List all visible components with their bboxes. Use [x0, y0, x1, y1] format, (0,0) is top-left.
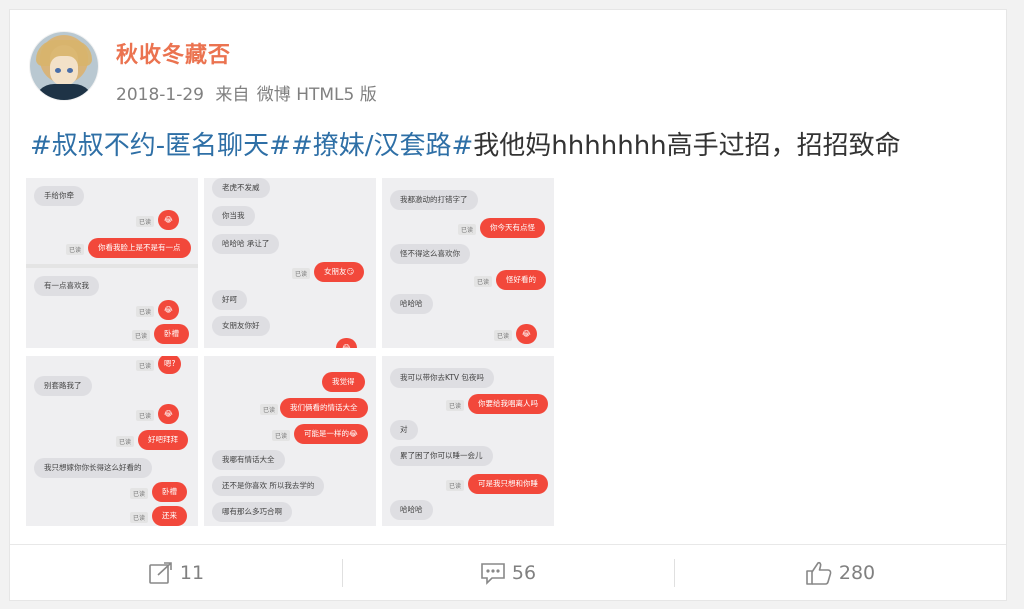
like-count: 280 [838, 562, 876, 584]
post-source[interactable]: 微博 HTML5 版 [257, 85, 377, 105]
read-mark: 已读 [272, 430, 291, 441]
hashtag-link[interactable]: #叔叔不约-匿名聊天# [30, 131, 291, 161]
chat-bubble: 我可以带你去KTV 包夜吗 [390, 368, 494, 388]
thumbs-up-icon [805, 560, 833, 586]
comment-icon [480, 561, 506, 585]
chat-bubble: 对 [390, 420, 418, 440]
chat-bubble: 哪有那么多巧合啊 [212, 502, 292, 522]
avatar[interactable] [30, 32, 98, 100]
chat-bubble: 有一点喜欢我 [34, 276, 99, 296]
read-mark: 已读 [66, 244, 85, 255]
read-mark: 已读 [130, 512, 149, 523]
chat-bubble: 累了困了你可以睡一会儿 [390, 446, 493, 466]
chat-bubble: 😂 [158, 404, 179, 424]
read-mark: 已读 [260, 404, 279, 415]
chat-bubble: 😂 [158, 300, 179, 320]
username-link[interactable]: 秋收冬藏否 [116, 37, 231, 69]
chat-bubble: 😂 [516, 324, 537, 344]
image-grid: 手给你牵 已读 😂 已读 你看我脸上是不是有一点 有一点喜欢我 已读 😂 已读 … [26, 178, 554, 528]
repost-count: 11 [179, 562, 205, 584]
source-prefix: 来自 [215, 85, 250, 105]
chat-bubble: 好吧拜拜 [138, 430, 188, 450]
chat-screenshot-2[interactable]: 老虎不发威 你当我 哈哈哈 承让了 已读 女朋友😏 好呵 女朋友你好 😂 [204, 178, 376, 348]
read-mark: 已读 [458, 224, 477, 235]
chat-bubble: 好呵 [212, 290, 247, 310]
read-mark: 已读 [136, 216, 155, 227]
read-mark: 已读 [136, 410, 155, 421]
chat-bubble: 哈哈哈 [390, 500, 433, 520]
chat-bubble: 你要给我唱离人吗 [468, 394, 548, 414]
chat-screenshot-4[interactable]: 已读 嗯? 别套路我了 已读 😂 已读 好吧拜拜 我只想嫁你你长得这么好看的 已… [26, 356, 198, 526]
read-mark: 已读 [130, 488, 149, 499]
read-mark: 已读 [136, 360, 155, 371]
post-date[interactable]: 2018-1-29 [116, 85, 204, 105]
chat-bubble: 老虎不发威 [212, 178, 270, 198]
repost-button[interactable]: 11 [10, 545, 342, 601]
chat-bubble: 别套路我了 [34, 376, 92, 396]
repost-icon [148, 561, 174, 585]
chat-bubble: 我只想嫁你你长得这么好看的 [34, 458, 152, 478]
read-mark: 已读 [494, 330, 513, 341]
chat-bubble: 你看我脸上是不是有一点 [88, 238, 191, 258]
comment-button[interactable]: 56 [342, 545, 674, 601]
chat-bubble: 😂 [336, 338, 357, 348]
comment-count: 56 [511, 562, 537, 584]
post-meta: 2018-1-29 来自 微博 HTML5 版 [116, 80, 383, 105]
chat-bubble: 我都激动的打错字了 [390, 190, 478, 210]
chat-bubble: 嗯? [158, 356, 182, 374]
chat-bubble: 我觉得 [322, 372, 365, 392]
read-mark: 已读 [446, 400, 465, 411]
chat-screenshot-5[interactable]: 我觉得 已读 我们俩看的情话大全 已读 可能是一样的😂 我哪有情话大全 还不是你… [204, 356, 376, 526]
chat-bubble: 女朋友你好 [212, 316, 270, 336]
chat-bubble: 可能是一样的😂 [294, 424, 368, 444]
chat-screenshot-6[interactable]: 我可以带你去KTV 包夜吗 已读 你要给我唱离人吗 对 累了困了你可以睡一会儿 … [382, 356, 554, 526]
like-button[interactable]: 280 [674, 545, 1006, 601]
chat-screenshot-3[interactable]: 我都激动的打错字了 已读 你今天有点怪 怪不得这么喜欢你 已读 怪好看的 哈哈哈… [382, 178, 554, 348]
read-mark: 已读 [116, 436, 135, 447]
chat-bubble: 你今天有点怪 [480, 218, 545, 238]
chat-bubble: 可是我只想和你睡 [468, 474, 548, 494]
chat-screenshot-1[interactable]: 手给你牵 已读 😂 已读 你看我脸上是不是有一点 有一点喜欢我 已读 😂 已读 … [26, 178, 198, 348]
hashtag-link[interactable]: #撩妹/汉套路# [291, 131, 473, 161]
post-text: #叔叔不约-匿名聊天##撩妹/汉套路#我他妈hhhhhhh高手过招，招招致命 [30, 125, 901, 162]
chat-bubble: 我们俩看的情话大全 [280, 398, 368, 418]
post-body: 我他妈hhhhhhh高手过招，招招致命 [473, 131, 901, 161]
chat-bubble: 怪不得这么喜欢你 [390, 244, 470, 264]
chat-bubble: 我哪有情话大全 [212, 450, 285, 470]
avatar-eye [67, 68, 73, 73]
weibo-post-card: 秋收冬藏否 2018-1-29 来自 微博 HTML5 版 #叔叔不约-匿名聊天… [9, 9, 1007, 601]
chat-bubble: 卧槽 [154, 324, 189, 344]
read-mark: 已读 [292, 268, 311, 279]
chat-bubble: 😂 [158, 210, 179, 230]
chat-bubble: 哈哈哈 [390, 294, 433, 314]
chat-bubble: 卧槽 [152, 482, 187, 502]
chat-bubble: 还来 [152, 506, 187, 526]
action-bar: 11 56 280 [10, 544, 1006, 601]
chat-bubble: 你当我 [212, 206, 255, 226]
read-mark: 已读 [132, 330, 151, 341]
screenshot-divider [26, 264, 198, 268]
chat-bubble: 还不是你喜欢 所以我去学的 [212, 476, 325, 496]
read-mark: 已读 [474, 276, 493, 287]
avatar-eye [55, 68, 61, 73]
chat-bubble: 手给你牵 [34, 186, 84, 206]
chat-bubble: 怪好看的 [496, 270, 546, 290]
read-mark: 已读 [136, 306, 155, 317]
avatar-coat [34, 84, 94, 100]
chat-bubble: 女朋友😏 [314, 262, 365, 282]
chat-bubble: 哈哈哈 承让了 [212, 234, 280, 254]
read-mark: 已读 [446, 480, 465, 491]
